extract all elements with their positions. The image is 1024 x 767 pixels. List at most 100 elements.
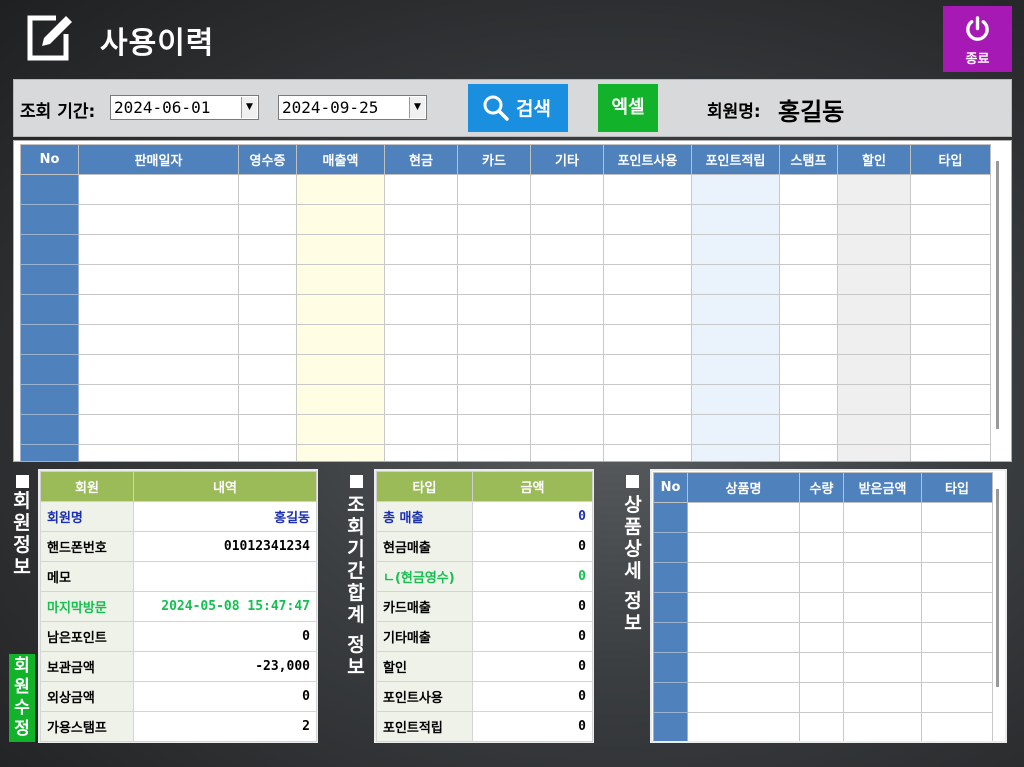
table-cell[interactable]: [530, 444, 604, 461]
table-cell[interactable]: [910, 384, 991, 415]
table-cell[interactable]: [837, 234, 911, 265]
main-col-header[interactable]: 판매일자: [78, 144, 239, 175]
table-cell[interactable]: [799, 562, 844, 593]
table-cell[interactable]: [691, 384, 780, 415]
table-cell[interactable]: [921, 712, 993, 741]
table-cell[interactable]: [687, 592, 800, 623]
table-cell[interactable]: [530, 234, 604, 265]
table-cell[interactable]: [921, 592, 993, 623]
table-cell[interactable]: [691, 354, 780, 385]
table-cell[interactable]: [296, 384, 385, 415]
main-col-header[interactable]: 할인: [837, 144, 911, 175]
table-cell[interactable]: [603, 294, 692, 325]
main-col-header[interactable]: 타입: [910, 144, 991, 175]
table-cell[interactable]: [843, 532, 922, 563]
table-cell[interactable]: [384, 204, 458, 235]
table-cell[interactable]: [78, 264, 239, 295]
table-cell[interactable]: [238, 324, 297, 355]
row-header-cell[interactable]: [653, 532, 688, 563]
table-cell[interactable]: [603, 414, 692, 445]
table-cell[interactable]: [799, 532, 844, 563]
table-cell[interactable]: [687, 712, 800, 741]
table-cell[interactable]: [691, 174, 780, 205]
table-cell[interactable]: [910, 444, 991, 461]
table-row[interactable]: [653, 592, 993, 623]
table-cell[interactable]: [238, 294, 297, 325]
table-row[interactable]: [20, 234, 991, 265]
table-cell[interactable]: [384, 324, 458, 355]
row-header-cell[interactable]: [653, 682, 688, 713]
member-edit-button[interactable]: 회원수정: [9, 654, 35, 742]
table-cell[interactable]: [779, 414, 838, 445]
detail-col-header[interactable]: 수량: [799, 472, 844, 503]
table-cell[interactable]: [910, 414, 991, 445]
table-cell[interactable]: [843, 562, 922, 593]
row-header-cell[interactable]: [20, 444, 79, 461]
table-cell[interactable]: [457, 294, 531, 325]
table-cell[interactable]: [687, 622, 800, 653]
summary-info-checkbox[interactable]: [350, 475, 363, 488]
row-header-cell[interactable]: [653, 652, 688, 683]
search-button[interactable]: 검색: [468, 84, 568, 132]
table-row[interactable]: [653, 682, 993, 713]
table-cell[interactable]: [457, 204, 531, 235]
member-info-checkbox[interactable]: [16, 475, 29, 488]
detail-col-header[interactable]: 타입: [921, 472, 993, 503]
table-cell[interactable]: [457, 414, 531, 445]
table-cell[interactable]: [799, 592, 844, 623]
row-header-cell[interactable]: [653, 622, 688, 653]
table-row[interactable]: [20, 414, 991, 445]
row-header-cell[interactable]: [20, 294, 79, 325]
table-cell[interactable]: [691, 234, 780, 265]
table-cell[interactable]: [921, 562, 993, 593]
table-cell[interactable]: [78, 234, 239, 265]
table-row[interactable]: [20, 294, 991, 325]
table-cell[interactable]: [384, 234, 458, 265]
table-cell[interactable]: [843, 592, 922, 623]
table-cell[interactable]: [691, 204, 780, 235]
table-cell[interactable]: [837, 294, 911, 325]
row-header-cell[interactable]: [20, 384, 79, 415]
table-cell[interactable]: [603, 264, 692, 295]
table-cell[interactable]: [296, 204, 385, 235]
table-cell[interactable]: [837, 354, 911, 385]
table-cell[interactable]: [799, 682, 844, 713]
table-cell[interactable]: [457, 264, 531, 295]
table-row[interactable]: [20, 264, 991, 295]
table-cell[interactable]: [384, 264, 458, 295]
table-cell[interactable]: [910, 324, 991, 355]
table-cell[interactable]: [384, 354, 458, 385]
table-cell[interactable]: [384, 444, 458, 461]
table-cell[interactable]: [687, 502, 800, 533]
table-cell[interactable]: [799, 712, 844, 741]
row-header-cell[interactable]: [20, 264, 79, 295]
table-cell[interactable]: [779, 354, 838, 385]
start-date-picker[interactable]: 2024-06-01 ▼: [110, 95, 259, 120]
table-cell[interactable]: [843, 622, 922, 653]
row-header-cell[interactable]: [20, 354, 79, 385]
table-cell[interactable]: [457, 174, 531, 205]
table-cell[interactable]: [691, 294, 780, 325]
table-cell[interactable]: [691, 264, 780, 295]
row-header-cell[interactable]: [653, 712, 688, 741]
product-detail-checkbox[interactable]: [626, 475, 639, 488]
table-cell[interactable]: [779, 204, 838, 235]
table-cell[interactable]: [238, 354, 297, 385]
main-col-header[interactable]: No: [20, 144, 79, 175]
table-cell[interactable]: [603, 324, 692, 355]
table-row[interactable]: [653, 652, 993, 683]
detail-table-scrollbar[interactable]: [996, 489, 999, 687]
row-header-cell[interactable]: [653, 592, 688, 623]
table-cell[interactable]: [238, 444, 297, 461]
table-cell[interactable]: [296, 264, 385, 295]
table-cell[interactable]: [296, 354, 385, 385]
table-cell[interactable]: [457, 384, 531, 415]
excel-button[interactable]: 엑셀: [598, 84, 658, 132]
row-header-cell[interactable]: [20, 204, 79, 235]
table-cell[interactable]: [238, 264, 297, 295]
table-cell[interactable]: [530, 204, 604, 235]
table-cell[interactable]: [603, 174, 692, 205]
table-cell[interactable]: [687, 562, 800, 593]
end-date-picker[interactable]: 2024-09-25 ▼: [278, 95, 427, 120]
table-row[interactable]: [653, 532, 993, 563]
